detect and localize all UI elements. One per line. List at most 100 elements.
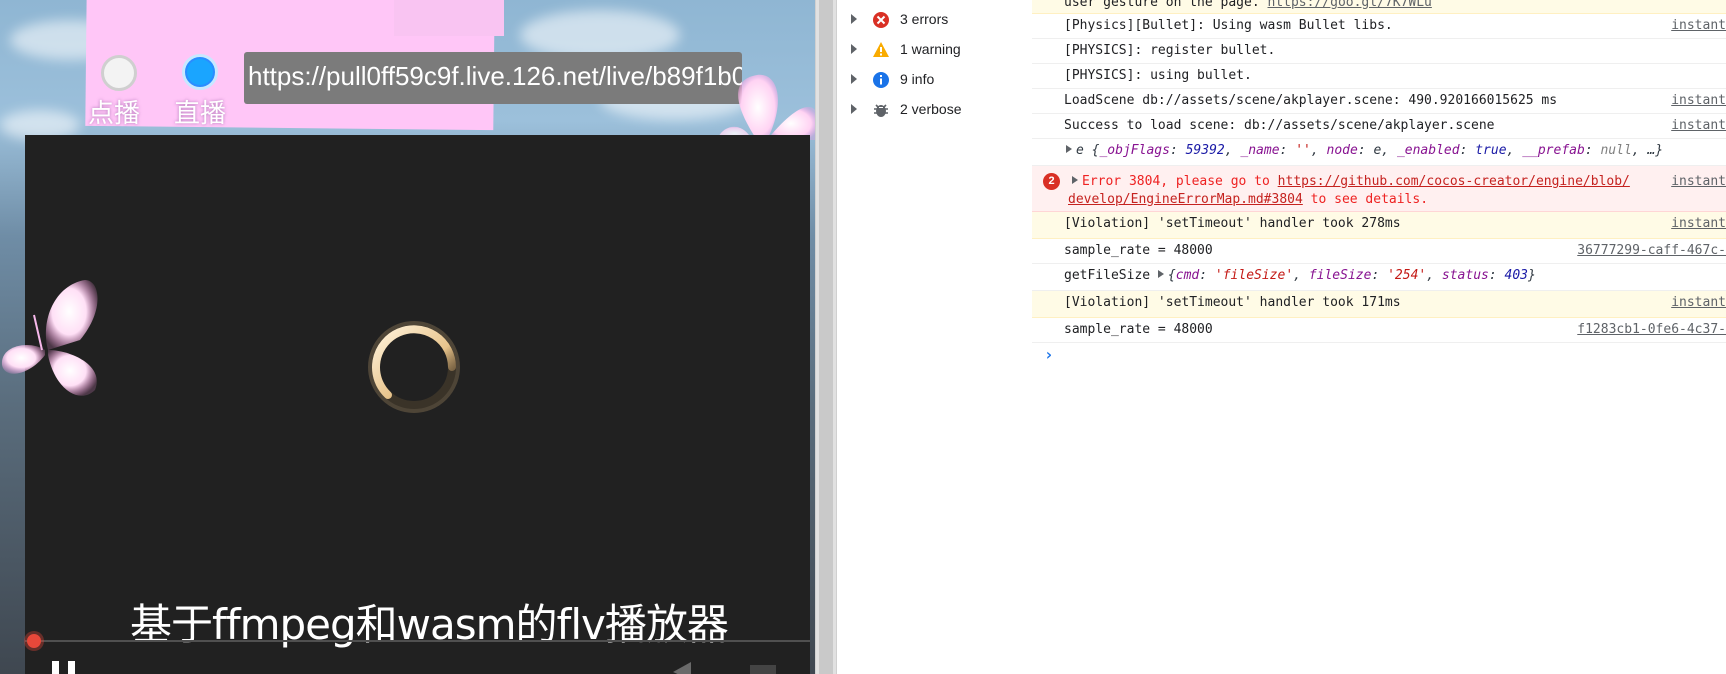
error-docs-link[interactable]: https://github.com/cocos-creator/engine/… — [1278, 174, 1630, 189]
object-text: , — [1506, 143, 1523, 158]
console-message: [PHYSICS]: using bullet. — [1032, 64, 1726, 89]
volume-icon[interactable] — [673, 660, 713, 674]
object-text: , — [1426, 268, 1442, 283]
object-value: 403 — [1504, 268, 1529, 283]
object-key: _objFlags — [1099, 143, 1170, 158]
expand-arrow-icon[interactable] — [851, 14, 857, 24]
sidebar-item-errors[interactable]: 3 errors — [837, 6, 1032, 36]
sidebar-item-label: 2 verbose — [900, 101, 962, 117]
vod-mode-radio[interactable] — [101, 55, 137, 91]
object-value: 59392 — [1185, 143, 1225, 158]
expand-arrow-icon[interactable] — [1066, 145, 1072, 153]
object-text: : — [1584, 143, 1601, 158]
object-preview[interactable]: e {_objFlags: 59392, _name: '', node: e,… — [1066, 143, 1663, 158]
message-text: [Physics][Bullet]: Using wasm Bullet lib… — [1064, 18, 1393, 33]
object-text: , — [1293, 268, 1309, 283]
object-text: : — [1169, 143, 1186, 158]
error-text-part: Error 3804, please go to — [1082, 174, 1278, 189]
sidebar-item-warnings[interactable]: 1 warning — [837, 36, 1032, 66]
console-sidebar: 3 errors 1 warning 9 info 2 verbose — [837, 0, 1033, 674]
live-mode-label: 直播 — [174, 99, 227, 129]
verbose-bug-icon — [874, 104, 888, 117]
console-violation-message: [Violation] 'setTimeout' handler took 27… — [1032, 212, 1726, 239]
sidebar-item-info[interactable]: 9 info — [837, 66, 1032, 96]
console-messages: user gesture on the page. https://goo.gl… — [1032, 0, 1726, 674]
console-violation-message: [Violation] 'setTimeout' handler took 17… — [1032, 291, 1726, 318]
loading-spinner-icon — [368, 321, 460, 413]
stream-url-input[interactable]: https://pull0ff59c9f.live.126.net/live/b… — [244, 52, 742, 104]
error-text-line2: develop/EngineErrorMap.md#3804 to see de… — [1068, 192, 1428, 207]
console-message: sample_rate = 48000 36777299-caff-467c- — [1032, 239, 1726, 264]
expand-arrow-icon[interactable] — [851, 104, 857, 114]
game-canvas: 点播 直播 https://pull0ff59c9f.live.126.net/… — [0, 0, 815, 674]
scrollbar-track[interactable] — [819, 0, 833, 674]
message-text: [PHYSICS]: using bullet. — [1064, 68, 1252, 83]
object-key: __prefab — [1522, 143, 1585, 158]
source-link[interactable]: instant — [1671, 118, 1726, 133]
panel-resize-handle[interactable] — [815, 0, 837, 674]
source-link[interactable]: instant — [1671, 174, 1726, 189]
message-link[interactable]: https://goo.gl/7K7WLu — [1268, 0, 1432, 10]
error-icon — [873, 12, 889, 28]
console-message: [PHYSICS]: register bullet. — [1032, 39, 1726, 64]
butterfly-decoration-icon — [717, 74, 815, 140]
expand-arrow-icon[interactable] — [1157, 270, 1164, 278]
console-error-message[interactable]: 2 Error 3804, please go to https://githu… — [1032, 166, 1726, 212]
expand-arrow-icon[interactable] — [1072, 176, 1078, 184]
message-text-part: getFileSize — [1064, 268, 1158, 283]
object-value: '' — [1295, 143, 1311, 158]
expand-arrow-icon[interactable] — [851, 44, 857, 54]
source-link[interactable]: 36777299-caff-467c- — [1577, 243, 1726, 258]
object-key: fileSize — [1308, 268, 1372, 283]
expand-arrow-icon[interactable] — [851, 74, 857, 84]
stream-url-value[interactable]: https://pull0ff59c9f.live.126.net/live/b… — [248, 61, 742, 92]
live-mode-radio[interactable] — [182, 54, 218, 90]
sidebar-item-label: 1 warning — [900, 41, 961, 57]
sidebar-item-label: 3 errors — [900, 11, 949, 27]
sidebar-item-verbose[interactable]: 2 verbose — [837, 96, 1032, 126]
info-icon — [873, 72, 889, 88]
console-prompt-icon[interactable]: › — [1044, 345, 1054, 364]
object-text: : — [1279, 143, 1296, 158]
console-message: user gesture on the page. https://goo.gl… — [1032, 0, 1726, 14]
object-text: { — [1167, 268, 1176, 283]
error-docs-link[interactable]: develop/EngineErrorMap.md#3804 — [1068, 192, 1303, 207]
video-player[interactable]: 基于ffmpeg和wasm的flv播放器 — [25, 135, 810, 674]
object-key: node — [1326, 143, 1358, 158]
source-link[interactable]: instant — [1671, 295, 1726, 310]
object-text: : — [1488, 268, 1505, 283]
console-message[interactable]: e {_objFlags: 59392, _name: '', node: e,… — [1032, 139, 1726, 166]
message-text: [Violation] 'setTimeout' handler took 17… — [1064, 295, 1401, 310]
progress-track[interactable] — [25, 640, 810, 642]
object-text: } — [1528, 268, 1536, 283]
fullscreen-icon[interactable] — [750, 665, 776, 674]
object-text: : — [1357, 143, 1374, 158]
pause-icon[interactable] — [52, 661, 82, 674]
object-value: '254' — [1387, 268, 1427, 283]
object-text: , — [1224, 143, 1241, 158]
object-text: : — [1371, 268, 1388, 283]
source-link[interactable]: f1283cb1-0fe6-4c37- — [1577, 322, 1726, 337]
message-text: Success to load scene: db://assets/scene… — [1064, 118, 1495, 133]
message-text: [Violation] 'setTimeout' handler took 27… — [1064, 216, 1401, 231]
progress-handle[interactable] — [27, 634, 41, 648]
object-text: : — [1199, 268, 1215, 283]
object-key: _name — [1240, 143, 1280, 158]
message-text: user gesture on the page. https://goo.gl… — [1064, 0, 1432, 10]
console-message: sample_rate = 48000 f1283cb1-0fe6-4c37- — [1032, 318, 1726, 343]
object-key: _enabled — [1396, 143, 1460, 158]
object-value: true — [1475, 143, 1507, 158]
source-link[interactable]: instant — [1671, 18, 1726, 33]
warning-icon — [873, 42, 889, 57]
console-message: Success to load scene: db://assets/scene… — [1032, 114, 1726, 139]
object-key: cmd — [1175, 268, 1200, 283]
source-link[interactable]: instant — [1671, 216, 1726, 231]
object-value: 'fileSize' — [1214, 268, 1294, 283]
sidebar-item-label: 9 info — [900, 71, 935, 87]
object-text: e { — [1076, 143, 1100, 158]
message-text: sample_rate = 48000 — [1064, 243, 1213, 258]
console-message[interactable]: getFileSize {cmd: 'fileSize', fileSize: … — [1032, 264, 1726, 291]
source-link[interactable]: instant — [1671, 93, 1726, 108]
message-text: [PHYSICS]: register bullet. — [1064, 43, 1276, 58]
object-text: , — [1310, 143, 1327, 158]
